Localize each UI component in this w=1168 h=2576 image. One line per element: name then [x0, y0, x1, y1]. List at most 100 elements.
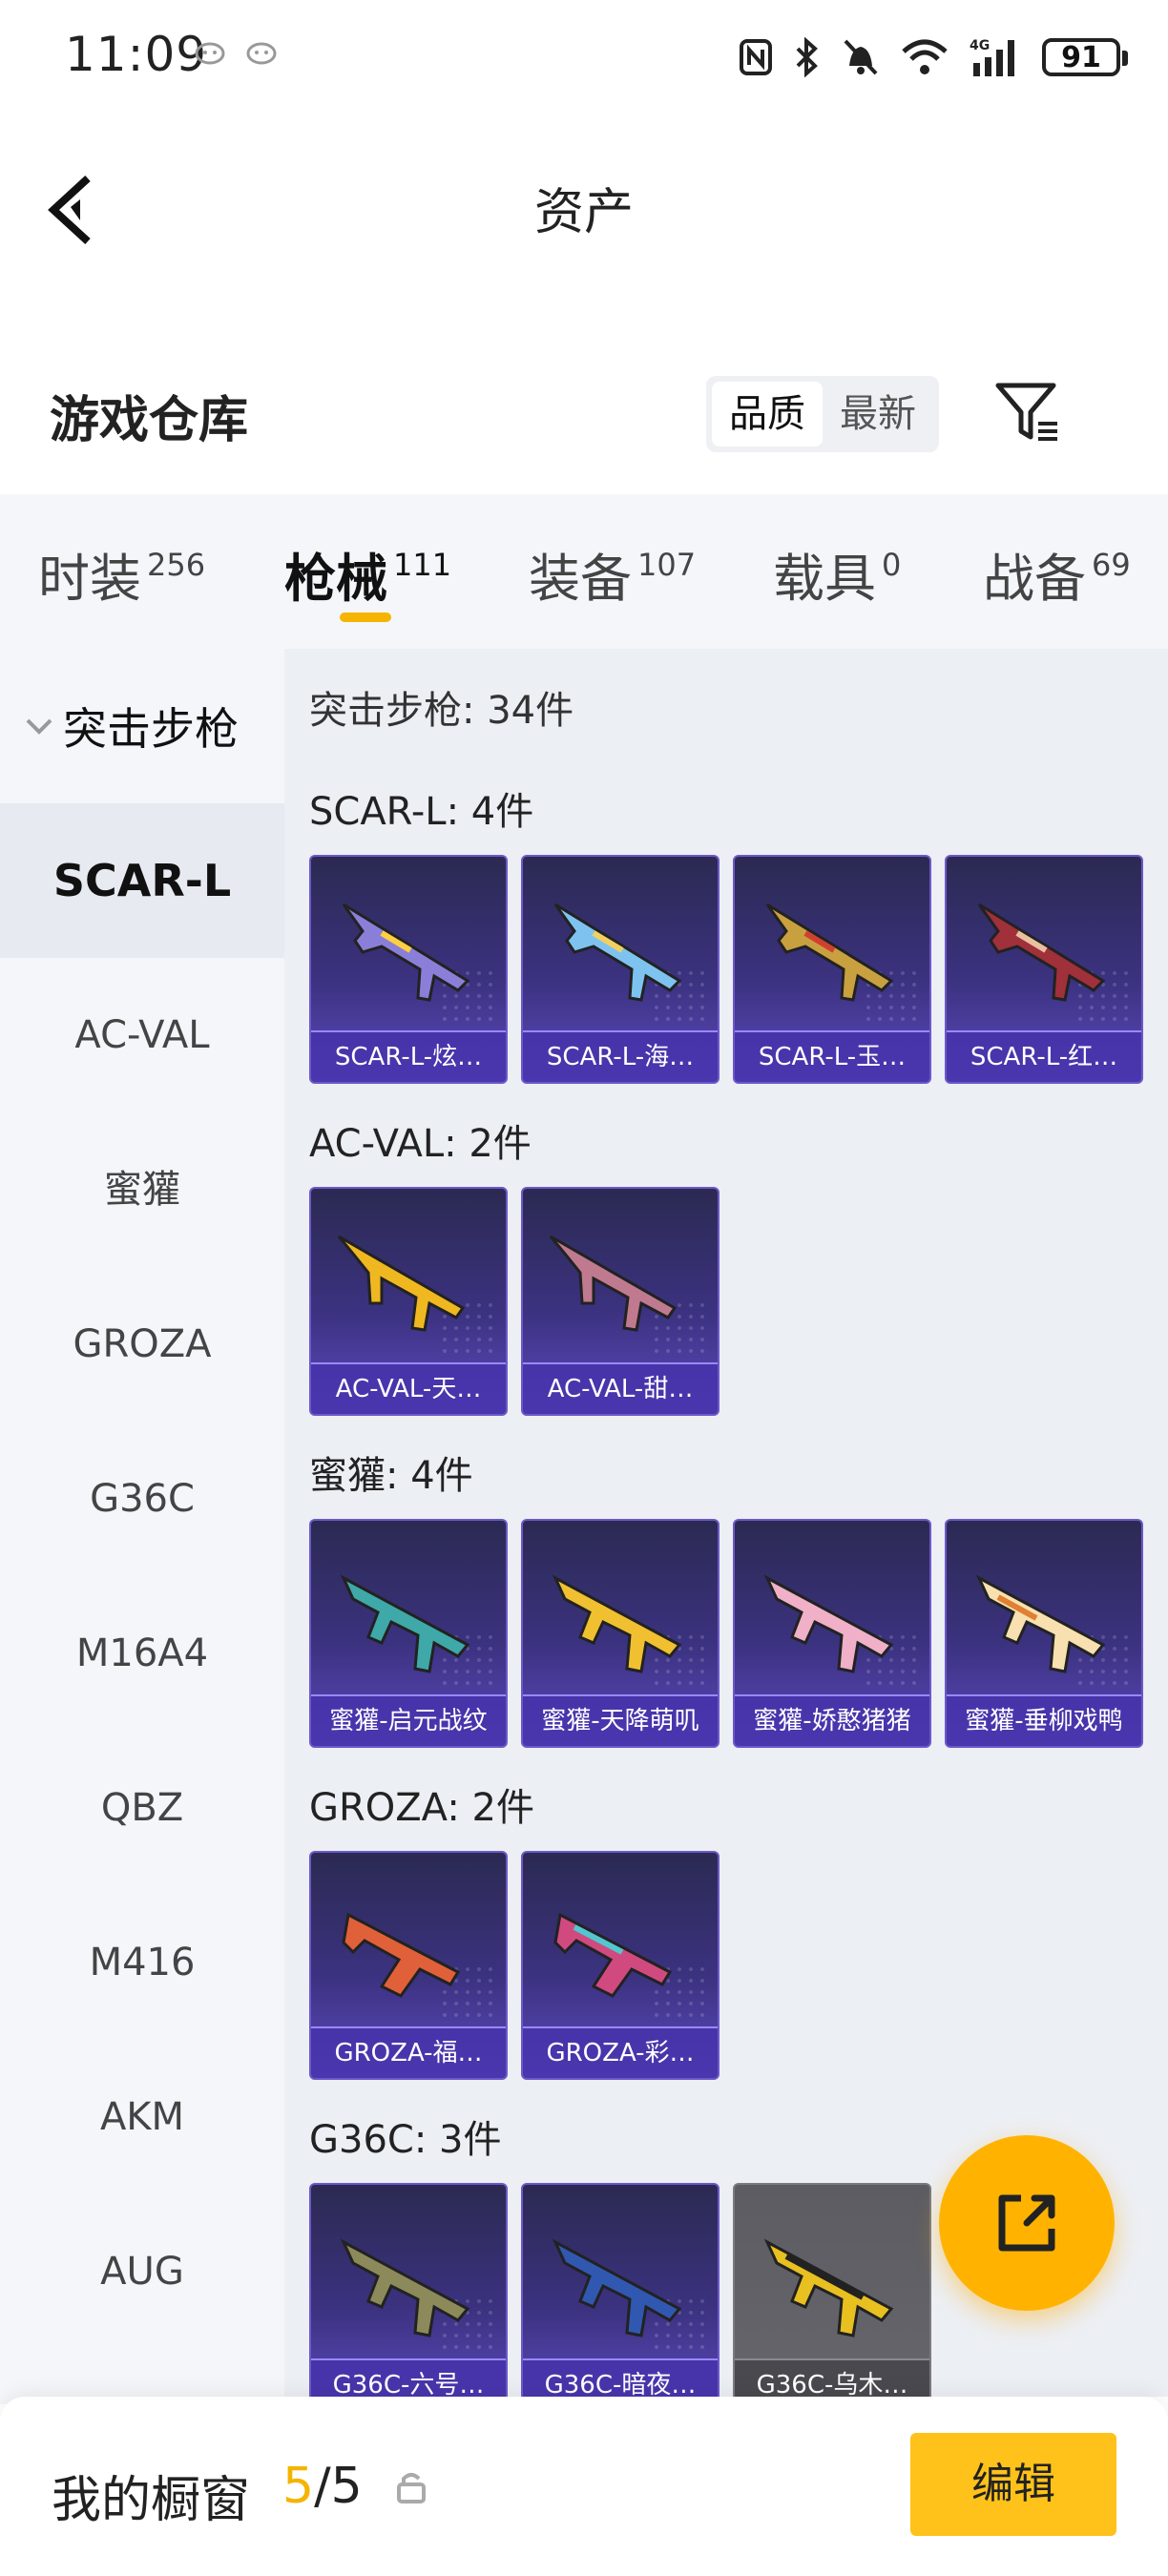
- skin-name: SCAR-L-海…: [523, 1030, 718, 1082]
- category-tabs: 时装 256 枪械 111 装备 107 载具 0 战备 69: [0, 494, 1168, 649]
- skin-card[interactable]: GROZA-彩…: [521, 1851, 720, 2080]
- page-title: 资产: [533, 184, 634, 241]
- tab-firearms[interactable]: 枪械 111: [284, 536, 451, 612]
- skin-name: G36C-乌木…: [735, 2358, 929, 2397]
- tab-fashion[interactable]: 时装 256: [38, 536, 205, 612]
- skin-name: G36C-六号…: [311, 2358, 506, 2397]
- edit-button[interactable]: 编辑: [910, 2433, 1116, 2536]
- filter-icon[interactable]: [994, 380, 1065, 447]
- skin-name: GROZA-彩…: [523, 2026, 718, 2078]
- skin-card[interactable]: GROZA-福…: [309, 1851, 508, 2080]
- tab-label: 战备: [983, 549, 1086, 609]
- sidebar-item-ac-val[interactable]: AC-VAL: [0, 958, 284, 1112]
- skin-name: GROZA-福…: [311, 2026, 506, 2078]
- group-title: 蜜獾: 4件: [309, 1454, 473, 1498]
- tab-count: 107: [637, 547, 697, 583]
- sidebar-item-m416[interactable]: M416: [0, 1885, 284, 2040]
- svg-text:4G: 4G: [970, 38, 990, 53]
- bluetooth-icon: [796, 37, 818, 77]
- skin-card[interactable]: SCAR-L-红…: [945, 855, 1143, 1084]
- skin-name: 蜜獾-娇憨猪猪: [735, 1694, 929, 1746]
- skin-card[interactable]: 蜜獾-启元战纹: [309, 1519, 508, 1748]
- status-bar: 11:09 4G 91: [0, 0, 1168, 114]
- skin-card[interactable]: G36C-暗夜…: [521, 2183, 720, 2397]
- sidebar-item-aug[interactable]: AUG: [0, 2194, 284, 2349]
- smg-skin-icon: [552, 1574, 682, 1673]
- rifle-skin-icon: [342, 1912, 461, 1998]
- sidebar-category-header[interactable]: 突击步枪: [0, 649, 284, 803]
- skin-name: SCAR-L-炫…: [311, 1030, 506, 1082]
- tab-count: 256: [147, 547, 206, 583]
- smg-skin-icon: [340, 1574, 470, 1673]
- sidebar-item-honey-badger[interactable]: 蜜獾: [0, 1112, 284, 1267]
- share-external-icon: [998, 2194, 1055, 2252]
- item-grid-panel: 突击步枪: 34件 SCAR-L: 4件 SCAR-L-炫… SCAR-L-海……: [284, 649, 1168, 2397]
- mute-icon: [844, 39, 878, 75]
- app-notification-icon: [195, 42, 225, 65]
- rifle-skin-icon: [549, 1235, 678, 1332]
- tab-label: 时装: [38, 549, 141, 609]
- showcase-current: 5: [282, 2458, 315, 2515]
- skin-name: AC-VAL-甜…: [523, 1362, 718, 1414]
- sort-by-newest-button[interactable]: 最新: [823, 382, 933, 447]
- tab-count: 69: [1092, 547, 1131, 583]
- showcase-separator: /: [314, 2458, 331, 2515]
- sidebar: 突击步枪 SCAR-L AC-VAL 蜜獾 GROZA G36C M16A4 Q…: [0, 649, 284, 2404]
- category-total: 突击步枪: 34件: [309, 689, 574, 733]
- showcase-count: 5/5: [282, 2458, 363, 2515]
- skin-name: G36C-暗夜…: [523, 2358, 718, 2397]
- skin-name: 蜜獾-启元战纹: [311, 1694, 506, 1746]
- sidebar-item-g36c[interactable]: G36C: [0, 1422, 284, 1576]
- skin-card[interactable]: AC-VAL-天…: [309, 1187, 508, 1416]
- showcase-bar: 我的橱窗 5/5 编辑: [0, 2397, 1168, 2576]
- sidebar-category-label: 突击步枪: [63, 703, 239, 755]
- active-tab-indicator: [340, 613, 391, 622]
- skin-card[interactable]: AC-VAL-甜…: [521, 1187, 720, 1416]
- sidebar-item-groza[interactable]: GROZA: [0, 1267, 284, 1422]
- tab-vehicles[interactable]: 载具 0: [773, 536, 901, 612]
- rifle-skin-icon: [553, 903, 682, 1002]
- skin-card[interactable]: SCAR-L-海…: [521, 855, 720, 1084]
- showcase-label: 我的橱窗: [52, 2472, 251, 2529]
- skin-card[interactable]: 蜜獾-娇憨猪猪: [733, 1519, 931, 1748]
- rifle-skin-icon: [553, 1912, 673, 1998]
- showcase-total: 5: [330, 2458, 363, 2515]
- skin-card[interactable]: G36C-乌木…: [733, 2183, 931, 2397]
- lock-icon: [397, 2473, 426, 2503]
- skin-card[interactable]: SCAR-L-玉…: [733, 855, 931, 1084]
- app-notification-icon: [246, 42, 277, 65]
- tab-label: 装备: [529, 549, 632, 609]
- group-title: SCAR-L: 4件: [309, 790, 534, 834]
- skin-name: 蜜獾-天降萌叽: [523, 1694, 718, 1746]
- skin-name: 蜜獾-垂柳戏鸭: [947, 1694, 1141, 1746]
- tab-equipment[interactable]: 装备 107: [529, 536, 696, 612]
- skin-name: SCAR-L-红…: [947, 1030, 1141, 1082]
- group-title: AC-VAL: 2件: [309, 1122, 532, 1166]
- status-time: 11:09: [65, 27, 208, 82]
- sort-by-quality-button[interactable]: 品质: [712, 382, 823, 447]
- group-title: G36C: 3件: [309, 2118, 502, 2162]
- tab-supplies[interactable]: 战备 69: [983, 536, 1131, 612]
- rifle-skin-icon: [342, 903, 470, 1002]
- tab-label: 载具: [773, 549, 876, 609]
- rifle-skin-icon: [340, 2238, 470, 2337]
- smg-skin-icon: [763, 1574, 894, 1673]
- skin-card[interactable]: 蜜獾-天降萌叽: [521, 1519, 720, 1748]
- skin-card[interactable]: 蜜獾-垂柳戏鸭: [945, 1519, 1143, 1748]
- share-fab[interactable]: [939, 2135, 1115, 2311]
- skin-card[interactable]: G36C-六号…: [309, 2183, 508, 2397]
- tab-count: 0: [882, 547, 902, 583]
- rifle-skin-icon: [763, 2238, 894, 2337]
- sidebar-item-qbz[interactable]: QBZ: [0, 1731, 284, 1885]
- header: 资产: [0, 114, 1168, 296]
- group-title: GROZA: 2件: [309, 1786, 534, 1830]
- sidebar-item-scar-l[interactable]: SCAR-L: [0, 803, 284, 958]
- skin-card[interactable]: SCAR-L-炫…: [309, 855, 508, 1084]
- sidebar-item-m16a4[interactable]: M16A4: [0, 1576, 284, 1731]
- sort-toggle: 品质 最新: [706, 376, 939, 452]
- sidebar-item-akm[interactable]: AKM: [0, 2040, 284, 2194]
- skin-name: AC-VAL-天…: [311, 1362, 506, 1414]
- rifle-skin-icon: [552, 2238, 682, 2337]
- rifle-skin-icon: [765, 903, 894, 1002]
- rifle-skin-icon: [977, 903, 1106, 1002]
